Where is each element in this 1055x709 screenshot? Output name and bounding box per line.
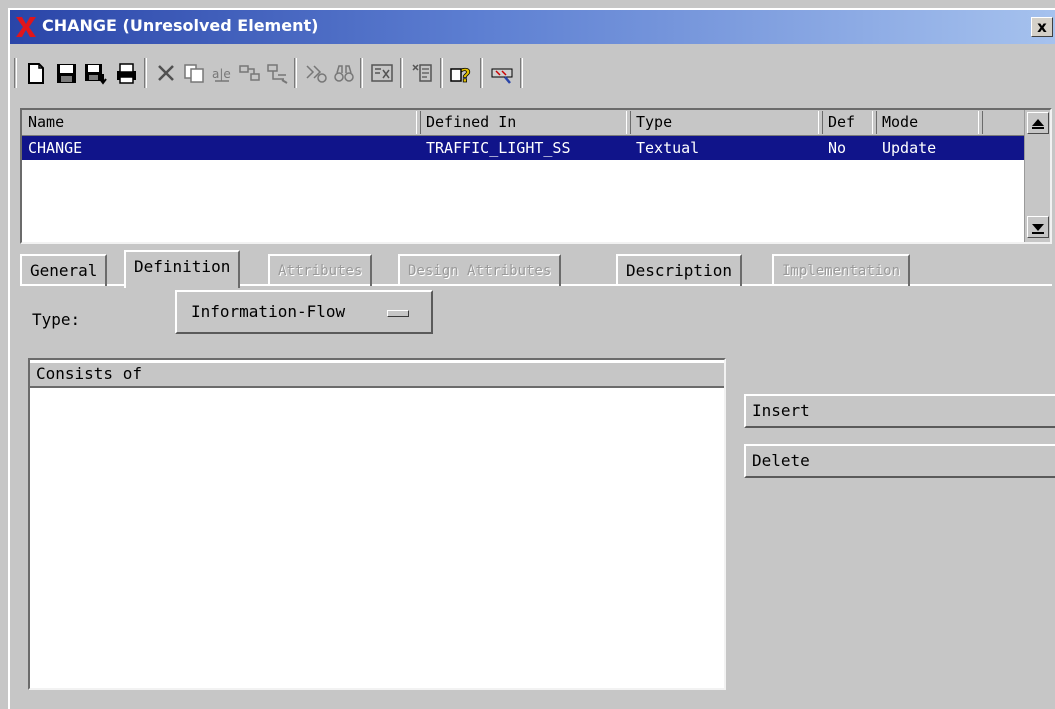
column-resize-handle[interactable]	[818, 111, 823, 134]
tool-icon	[491, 68, 513, 84]
table-row[interactable]: CHANGE TRAFFIC_LIGHT_SS Textual No Updat…	[22, 136, 1024, 160]
column-header-type[interactable]: Type	[636, 110, 672, 136]
toolbar-separator	[480, 58, 483, 88]
print-icon	[117, 63, 136, 84]
report-button[interactable]	[408, 58, 436, 88]
tab-bar: General Definition Attributes Design Att…	[20, 250, 1052, 288]
rename-button[interactable]: a|e	[208, 58, 236, 88]
cell-defined-in: TRAFFIC_LIGHT_SS	[426, 139, 571, 157]
save-down-icon	[85, 64, 107, 85]
column-resize-handle[interactable]	[872, 111, 877, 134]
report-icon	[412, 64, 432, 82]
close-button[interactable]: x	[1031, 17, 1053, 37]
view-button[interactable]	[368, 58, 396, 88]
arrow-up-icon	[1032, 119, 1044, 126]
option-menu-indicator-icon	[387, 310, 409, 317]
save-down-button[interactable]	[82, 58, 110, 88]
toolbar-separator	[400, 58, 403, 88]
consists-of-list[interactable]: Consists of	[28, 358, 726, 690]
app-x-icon	[16, 17, 36, 37]
delete-icon	[158, 65, 174, 81]
tool-button[interactable]	[488, 58, 516, 88]
column-resize-handle[interactable]	[626, 111, 631, 134]
arrow-down-icon	[1032, 224, 1044, 231]
consists-of-header: Consists of	[30, 360, 724, 388]
connect-button[interactable]	[236, 58, 264, 88]
insert-button[interactable]: Insert	[744, 394, 1055, 428]
find-button[interactable]	[302, 58, 330, 88]
tab-description[interactable]: Description	[616, 254, 742, 286]
print-button[interactable]	[112, 58, 140, 88]
copy-icon	[184, 64, 204, 83]
save-button[interactable]	[52, 58, 80, 88]
element-list[interactable]: Name Defined In Type Def Mode CHANGE TRA…	[20, 108, 1052, 244]
type-dropdown[interactable]: Information-Flow	[175, 290, 433, 334]
find-icon	[306, 65, 327, 83]
column-resize-handle[interactable]	[416, 111, 421, 134]
column-header-name[interactable]: Name	[28, 110, 64, 136]
tab-attributes[interactable]: Attributes	[268, 254, 373, 286]
column-resize-handle[interactable]	[978, 111, 983, 134]
connect-icon	[239, 65, 260, 81]
list-scrollbar[interactable]	[1024, 110, 1050, 242]
delete-tool-button[interactable]	[152, 58, 180, 88]
view-icon	[371, 64, 393, 82]
structure-button[interactable]	[264, 58, 292, 88]
toolbar-separator	[14, 58, 17, 88]
svg-text:a|e: a|e	[212, 67, 231, 81]
copy-button[interactable]	[180, 58, 208, 88]
cell-mode: Update	[882, 139, 937, 157]
new-icon	[28, 63, 44, 84]
toolbar-separator	[294, 58, 297, 88]
type-label: Type:	[32, 310, 81, 329]
cell-name: CHANGE	[28, 139, 83, 157]
list-header: Name Defined In Type Def Mode	[22, 110, 1024, 136]
binoculars-icon	[334, 65, 354, 82]
save-icon	[57, 64, 76, 83]
arrow-up-bar	[1032, 127, 1044, 129]
toolbar-separator	[360, 58, 363, 88]
window-title: CHANGE (Unresolved Element)	[42, 16, 319, 35]
toolbar-separator	[520, 58, 523, 88]
arrow-down-bar	[1032, 232, 1044, 234]
toolbar: a|e ?	[10, 50, 750, 96]
binoculars-button[interactable]	[330, 58, 358, 88]
tab-design-attributes[interactable]: Design Attributes	[398, 254, 562, 286]
structure-icon	[267, 64, 288, 84]
toolbar-separator	[144, 58, 147, 88]
cell-def: No	[828, 139, 847, 157]
help-button[interactable]: ?	[448, 58, 476, 88]
cell-type: Textual	[636, 139, 700, 157]
rename-icon: a|e	[212, 67, 231, 82]
element-window: CHANGE (Unresolved Element) x a|e ? Name…	[8, 8, 1055, 709]
column-header-defined-in[interactable]: Defined In	[426, 110, 516, 136]
tab-implementation[interactable]: Implementation	[772, 254, 911, 286]
type-dropdown-value: Information-Flow	[191, 302, 346, 321]
toolbar-separator	[440, 58, 443, 88]
new-button[interactable]	[22, 58, 50, 88]
column-header-def[interactable]: Def	[828, 110, 855, 136]
scroll-down-button[interactable]	[1027, 216, 1049, 238]
svg-text:?: ?	[460, 65, 471, 87]
help-icon: ?	[450, 65, 471, 87]
scroll-up-button[interactable]	[1027, 112, 1049, 134]
tab-general[interactable]: General	[20, 254, 108, 286]
title-bar[interactable]: CHANGE (Unresolved Element) x	[10, 10, 1055, 44]
delete-button[interactable]: Delete	[744, 444, 1055, 478]
tab-definition[interactable]: Definition	[124, 250, 241, 288]
column-header-mode[interactable]: Mode	[882, 110, 918, 136]
